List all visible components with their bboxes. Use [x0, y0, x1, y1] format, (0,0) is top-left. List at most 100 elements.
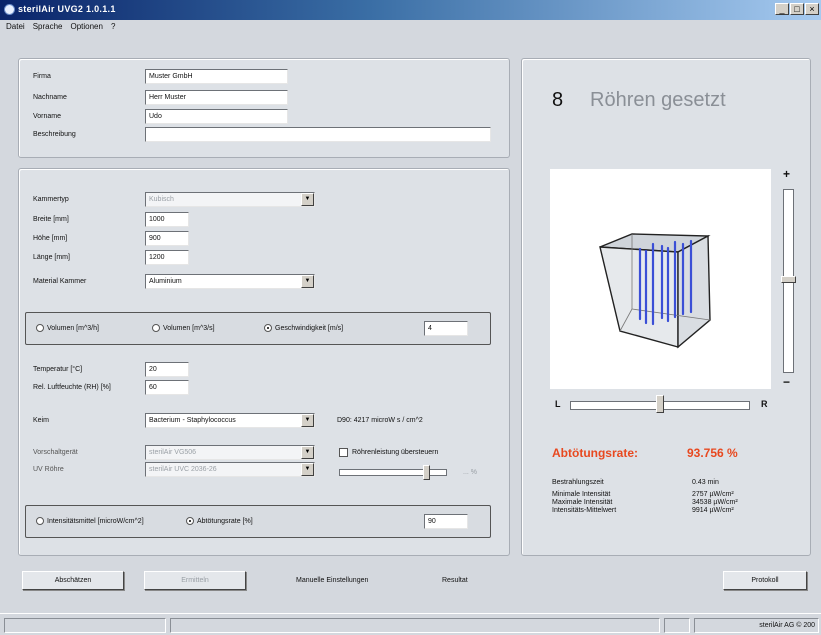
kammertyp-value: Kubisch	[149, 196, 174, 203]
radio-abtoetungsrate[interactable]: Abtötungsrate [%]	[186, 517, 253, 525]
parameters-panel: Kammertyp Kubisch ▼ Breite [mm] 1000 Höh…	[18, 168, 510, 556]
close-button[interactable]: ×	[805, 3, 819, 15]
result-panel: 8 Röhren gesetzt + − L R Abtötungsrate: …	[521, 58, 811, 556]
customer-panel: Firma Muster GmbH Nachname Herr Muster V…	[18, 58, 510, 158]
status-copyright: sterilAir AG © 200	[694, 618, 819, 633]
stat-value-2: 34538 µW/cm²	[692, 499, 738, 506]
stat-label-1: Minimale Intensität	[552, 491, 611, 498]
vertical-slider-thumb[interactable]	[781, 276, 796, 283]
room-3d-drawing	[599, 233, 711, 349]
keim-select[interactable]: Bacterium - Staphylococcus ▼	[145, 413, 315, 428]
menu-datei[interactable]: Datei	[6, 20, 25, 34]
material-value: Aluminium	[149, 278, 182, 285]
beschreibung-input[interactable]	[145, 127, 491, 142]
radio-dot-selected	[186, 517, 194, 525]
radio-volumen-s-label: Volumen [m^3/s]	[163, 324, 215, 332]
radio-intensitaet[interactable]: Intensitätsmittel [microW/cm^2]	[36, 517, 144, 525]
stat-label-3: Intensitäts-Mittelwert	[552, 507, 617, 514]
chevron-down-icon[interactable]: ▼	[301, 414, 314, 427]
horizontal-slider-thumb[interactable]	[656, 395, 664, 413]
power-slider-track[interactable]	[339, 469, 447, 476]
firma-label: Firma	[33, 73, 51, 80]
radio-volumen-h-label: Volumen [m^3/h]	[47, 324, 99, 332]
radio-dot-selected	[264, 324, 272, 332]
tube-count-label: Röhren gesetzt	[590, 89, 726, 111]
flow-value-input[interactable]: 4	[424, 321, 468, 336]
target-value-input[interactable]: 90	[424, 514, 468, 529]
vorschalt-select[interactable]: sterilAir VG506 ▼	[145, 445, 315, 460]
material-label: Material Kammer	[33, 278, 87, 285]
maximize-button[interactable]: □	[790, 3, 804, 15]
rate-value: 93.756 %	[687, 446, 738, 460]
keim-value: Bacterium - Staphylococcus	[149, 417, 236, 424]
chevron-down-icon[interactable]: ▼	[301, 446, 314, 459]
humidity-input[interactable]: 60	[145, 380, 189, 395]
room-3d-view[interactable]	[550, 169, 771, 389]
temperature-input[interactable]: 20	[145, 362, 189, 377]
stat-value-1: 2757 µW/cm²	[692, 491, 734, 498]
chevron-down-icon[interactable]: ▼	[301, 275, 314, 288]
chevron-down-icon[interactable]: ▼	[301, 463, 314, 476]
uvroehre-select[interactable]: sterilAir UVC 2036-26 ▼	[145, 462, 315, 477]
stat-value-0: 0.43 min	[692, 479, 719, 486]
status-cell-3	[664, 618, 690, 633]
right-label: R	[761, 399, 768, 409]
laenge-label: Länge [mm]	[33, 254, 70, 261]
radio-volumen-s[interactable]: Volumen [m^3/s]	[152, 324, 215, 332]
beschreibung-label: Beschreibung	[33, 131, 76, 138]
title-bar: sterilAir UVG2 1.0.1.1 _ □ ×	[0, 0, 821, 20]
status-cell-2	[170, 618, 660, 633]
rate-label: Abtötungsrate:	[552, 446, 638, 460]
window-controls: _ □ ×	[775, 3, 819, 15]
vorschalt-value: sterilAir VG506	[149, 449, 197, 456]
radio-dot	[36, 517, 44, 525]
ermitteln-button[interactable]: Ermitteln	[144, 571, 246, 590]
vorschalt-label: Vorschaltgerät	[33, 449, 78, 456]
nachname-label: Nachname	[33, 94, 67, 101]
status-bar: sterilAir AG © 200	[0, 613, 821, 635]
firma-input[interactable]: Muster GmbH	[145, 69, 288, 84]
kammertyp-select[interactable]: Kubisch ▼	[145, 192, 315, 207]
minimize-button[interactable]: _	[775, 3, 789, 15]
stat-label-0: Bestrahlungszeit	[552, 479, 604, 486]
roehrenleistung-checkbox-label: Röhrenleistung übersteuern	[352, 449, 439, 456]
chevron-down-icon[interactable]: ▼	[301, 193, 314, 206]
protokoll-button[interactable]: Protokoll	[723, 571, 807, 590]
kammertyp-label: Kammertyp	[33, 196, 69, 203]
breite-label: Breite [mm]	[33, 216, 69, 223]
menu-optionen[interactable]: Optionen	[70, 20, 102, 34]
nachname-input[interactable]: Herr Muster	[145, 90, 288, 105]
radio-dot	[36, 324, 44, 332]
radio-volumen-h[interactable]: Volumen [m^3/h]	[36, 324, 99, 332]
radio-abtoetungsrate-label: Abtötungsrate [%]	[197, 517, 253, 525]
window-title: sterilAir UVG2 1.0.1.1	[18, 4, 116, 14]
uvroehre-label: UV Röhre	[33, 466, 64, 473]
zoom-minus-label: −	[783, 375, 791, 389]
stat-value-3: 9914 µW/cm²	[692, 507, 734, 514]
humidity-label: Rel. Luftfeuchte (RH) [%]	[33, 384, 111, 391]
flow-group: Volumen [m^3/h] Volumen [m^3/s] Geschwin…	[25, 312, 491, 345]
vorname-input[interactable]: Udo	[145, 109, 288, 124]
hoehe-input[interactable]: 900	[145, 231, 189, 246]
checkbox-box[interactable]	[339, 448, 348, 457]
material-select[interactable]: Aluminium ▼	[145, 274, 315, 289]
keim-label: Keim	[33, 417, 49, 424]
power-slider-value: ... %	[463, 469, 478, 476]
zoom-plus-label: +	[783, 167, 791, 181]
menu-sprache[interactable]: Sprache	[33, 20, 63, 34]
menu-help[interactable]: ?	[111, 20, 115, 34]
roehrenleistung-checkbox[interactable]: Röhrenleistung übersteuern	[339, 448, 438, 457]
manuell-label: Manuelle Einstellungen	[296, 577, 369, 584]
app-icon	[4, 4, 15, 15]
radio-geschwindigkeit[interactable]: Geschwindigkeit [m/s]	[264, 324, 343, 332]
tube-count: 8	[552, 89, 564, 111]
abschaetzen-button[interactable]: Abschätzen	[22, 571, 124, 590]
uvroehre-value: sterilAir UVC 2036-26	[149, 466, 217, 473]
target-group: Intensitätsmittel [microW/cm^2] Abtötung…	[25, 505, 491, 538]
power-slider-thumb[interactable]	[423, 465, 430, 480]
radio-geschwindigkeit-label: Geschwindigkeit [m/s]	[275, 324, 344, 332]
laenge-input[interactable]: 1200	[145, 250, 189, 265]
d90-text: D90: 4217 microW s / cm^2	[337, 417, 423, 424]
menu-bar: Datei Sprache Optionen ?	[0, 20, 821, 34]
breite-input[interactable]: 1000	[145, 212, 189, 227]
